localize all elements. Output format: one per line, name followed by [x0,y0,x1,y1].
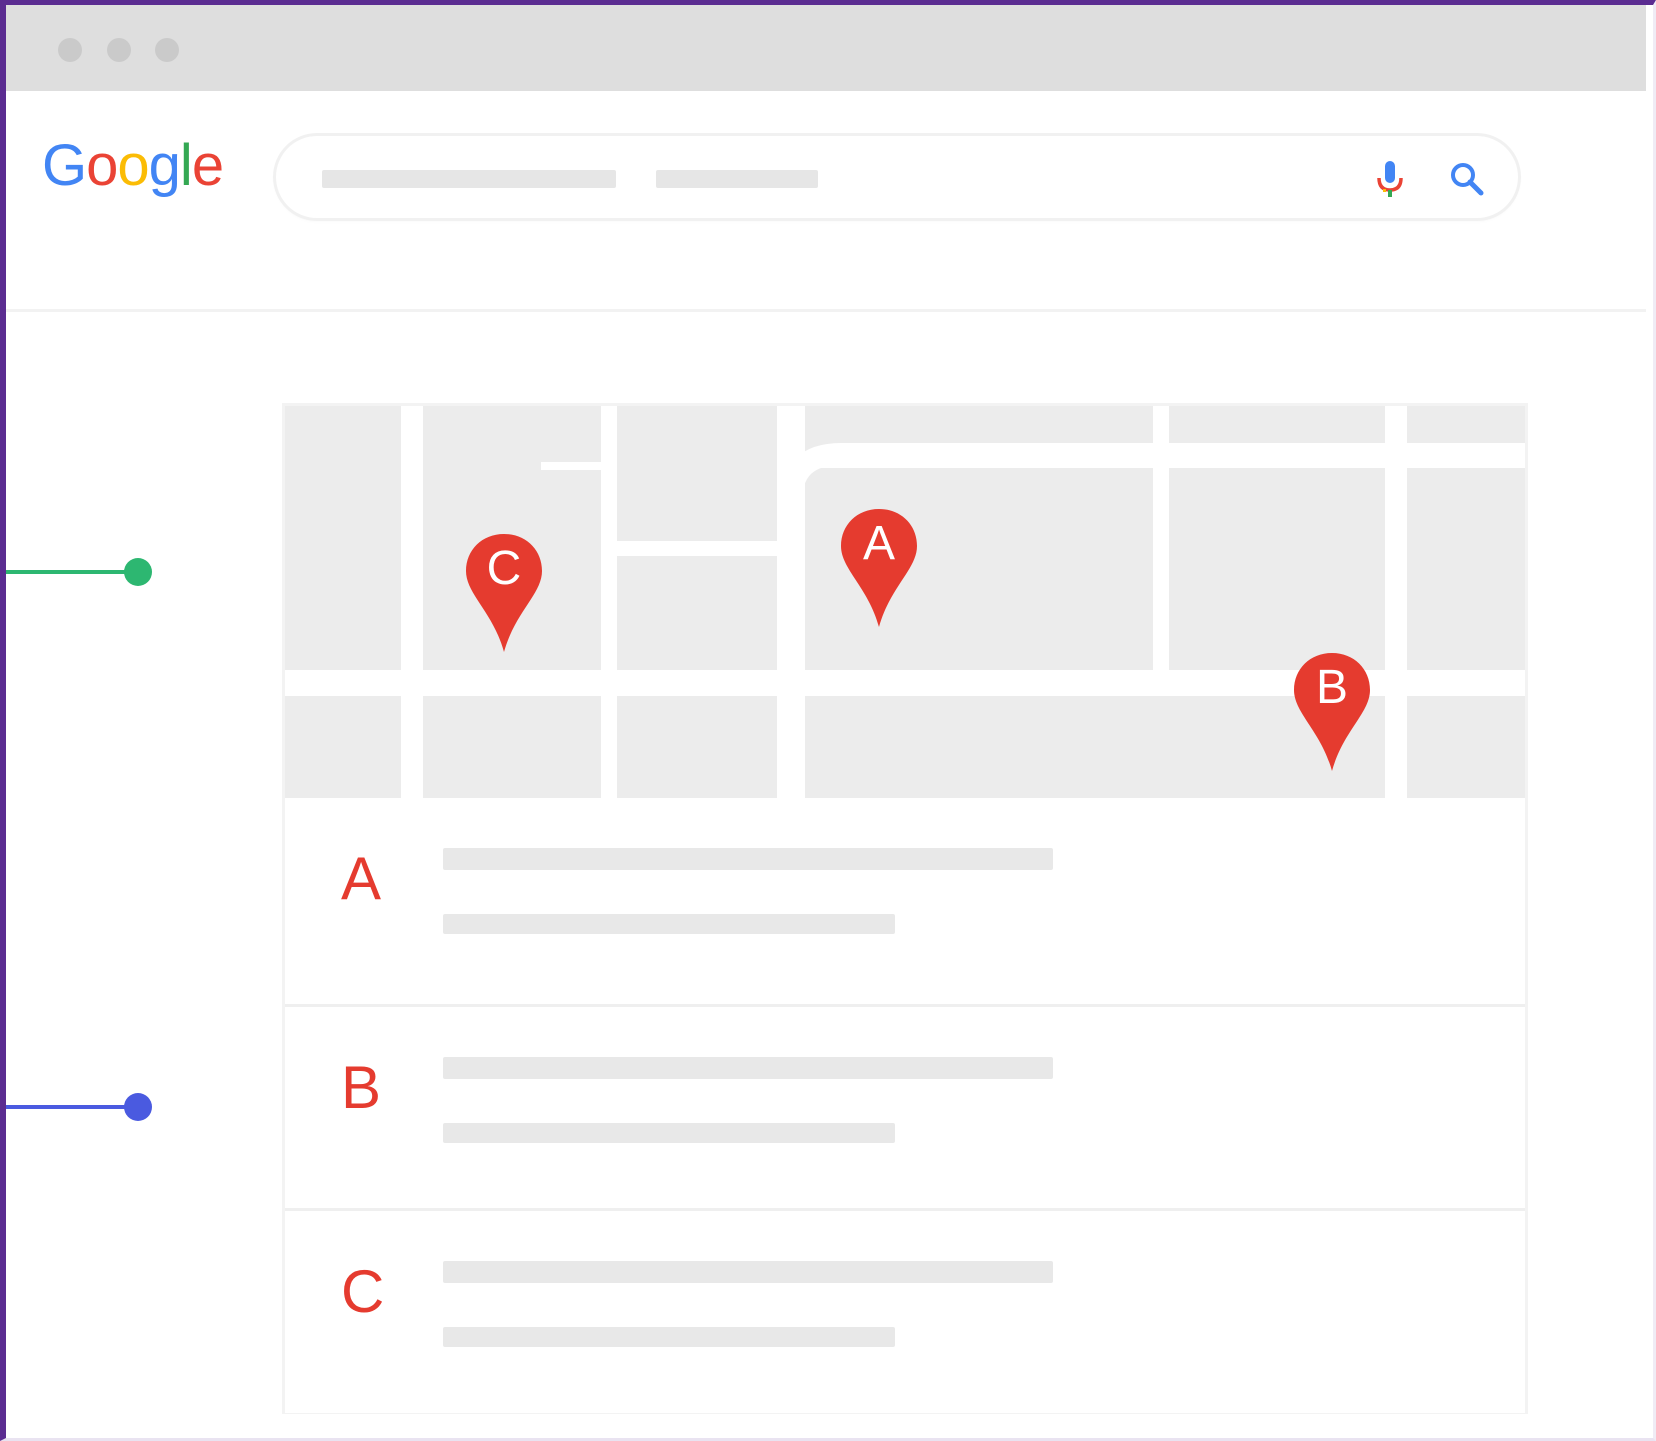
microphone-icon[interactable] [1374,160,1406,200]
logo-letter: G [42,133,87,198]
window-maximize-button[interactable] [155,38,179,62]
result-label: C [341,1258,385,1325]
window-close-button[interactable] [58,38,82,62]
map-pin-c[interactable]: C [463,530,545,656]
result-label: B [341,1054,382,1121]
window-minimize-button[interactable] [107,38,131,62]
list-item[interactable]: C [285,1208,1525,1413]
google-logo[interactable]: Google [42,133,224,198]
result-label: A [341,845,382,912]
blue-callout-line [6,1093,152,1121]
query-placeholder-bar [322,170,616,188]
result-title-placeholder [443,1261,1053,1283]
green-callout-line [6,558,152,586]
green-callout-dot [124,558,152,586]
list-item[interactable]: A [285,798,1525,1000]
list-item[interactable]: B [285,1004,1525,1209]
result-title-placeholder [443,848,1053,870]
result-title-placeholder [443,1057,1053,1079]
window-title-bar [6,5,1646,91]
blue-callout-dot [124,1093,152,1121]
map-view[interactable]: C A B [285,406,1525,798]
magnifier-icon[interactable] [1448,160,1486,198]
map-pin-label: A [862,517,895,570]
logo-letter: o [117,133,149,198]
logo-letter: o [86,133,118,198]
map-pin-label: B [1315,661,1348,714]
result-subtitle-placeholder [443,1123,895,1143]
logo-letter: g [148,133,181,198]
map-pin-a[interactable]: A [838,505,920,631]
result-subtitle-placeholder [443,914,895,934]
result-subtitle-placeholder [443,1327,895,1347]
local-results-card: C A B A B C [285,406,1525,1413]
map-pin-label: C [486,542,522,595]
map-pin-b[interactable]: B [1291,649,1373,775]
query-placeholder-bar [656,170,818,188]
search-input[interactable] [276,136,1518,218]
logo-letter: e [191,133,224,198]
search-header: Google [6,91,1646,312]
logo-letter: l [179,133,193,198]
